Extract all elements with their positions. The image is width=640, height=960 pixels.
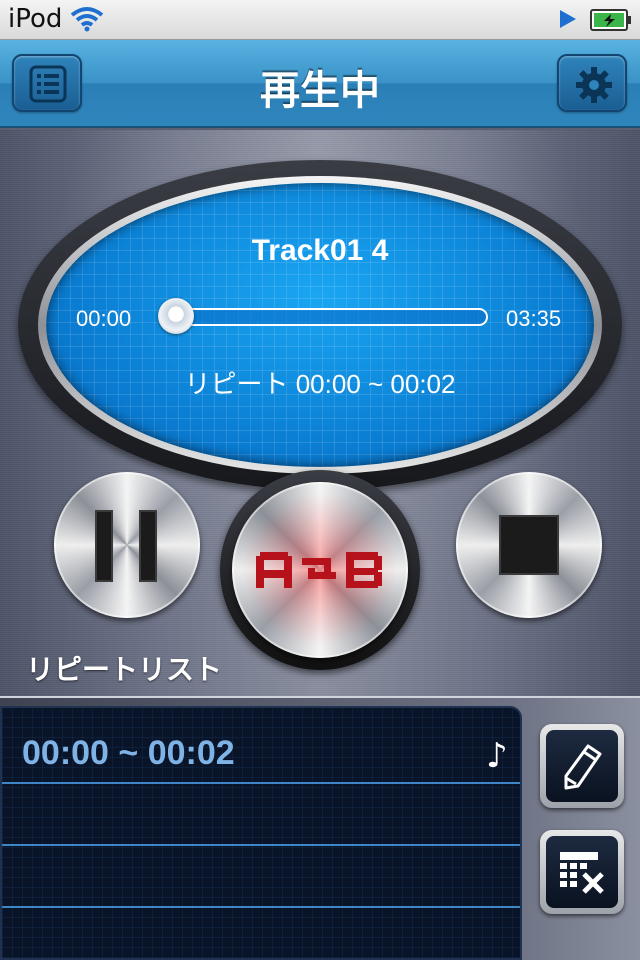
list-item-text: 00:00 ~ 00:02	[22, 734, 235, 772]
ab-glow	[232, 482, 408, 658]
delete-list-icon	[560, 852, 604, 894]
track-title: Track01 4	[251, 234, 389, 267]
list-item[interactable]: 00:00 ~ 00:02 ♪	[2, 722, 520, 784]
total-time: 03:35	[506, 306, 562, 331]
settings-button[interactable]	[557, 54, 627, 112]
delete-button-face	[546, 836, 618, 908]
seek-bar[interactable]	[160, 308, 488, 326]
battery-charging-icon	[590, 9, 632, 31]
seek-bar-knob[interactable]	[158, 298, 194, 334]
edit-button-face	[546, 730, 618, 802]
repeat-range-text: リピート 00:00 ~ 00:02	[184, 369, 456, 399]
music-note-icon: ♪	[486, 736, 508, 776]
delete-list-button[interactable]	[540, 830, 624, 914]
carrier-label: iPod	[8, 4, 63, 34]
repeat-list-label: リピートリスト	[26, 653, 223, 686]
stop-icon	[499, 515, 559, 575]
status-bar: iPod	[0, 0, 640, 40]
current-time: 00:00	[76, 306, 132, 331]
edit-button[interactable]	[540, 724, 624, 808]
play-indicator-icon	[558, 8, 578, 34]
pencil-icon	[564, 744, 602, 790]
list-item[interactable]	[2, 784, 520, 846]
gear-icon	[576, 67, 612, 103]
repeat-list: 00:00 ~ 00:02 ♪	[0, 706, 522, 960]
wifi-icon	[70, 6, 104, 36]
ab-repeat-icon	[256, 552, 382, 588]
list-item[interactable]	[2, 846, 520, 908]
stop-button[interactable]	[456, 472, 602, 618]
navigation-bar: 再生中	[0, 40, 640, 128]
page-title: 再生中	[260, 68, 380, 114]
list-item[interactable]	[2, 908, 520, 958]
pause-button[interactable]	[54, 472, 200, 618]
